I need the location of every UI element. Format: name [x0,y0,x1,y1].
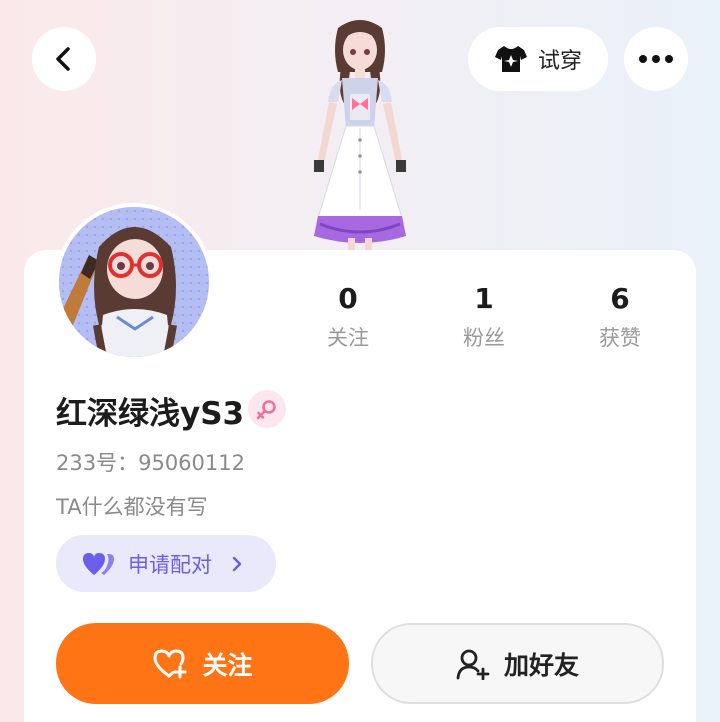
stats-row: 0 关注 1 粉丝 6 获赞 [280,282,688,352]
user-id-label: 233号： [56,451,139,475]
pair-request-label: 申请配对 [128,552,212,577]
nickname: 红深绿浅yS3 [56,396,245,432]
chevron-right-icon [232,556,242,571]
stat-following[interactable]: 0 关注 [280,282,416,352]
likes-count: 6 [610,282,630,315]
avatar-image [59,207,209,357]
more-button[interactable] [624,27,688,91]
bio-text: TA什么都没有写 [56,495,208,519]
following-count: 0 [338,282,358,315]
likes-label: 获赞 [599,326,641,350]
more-dots-icon [639,55,673,63]
fans-label: 粉丝 [463,326,505,350]
female-gender-icon [248,390,286,428]
following-label: 关注 [327,326,369,350]
add-friend-button[interactable]: 加好友 [371,623,664,704]
user-id-value: 95060112 [138,451,245,475]
try-on-button[interactable]: 试穿 [468,27,608,91]
chevron-left-icon [56,47,70,71]
user-id-line: 233号：95060112 [56,447,245,477]
character-figure [314,20,406,255]
add-friend-label: 加好友 [503,650,579,680]
back-button[interactable] [32,27,96,91]
stat-fans[interactable]: 1 粉丝 [416,282,552,352]
user-plus-icon [456,649,490,680]
double-heart-icon [83,552,114,575]
pair-request-button[interactable]: 申请配对 [56,535,276,592]
try-on-label: 试穿 [537,49,582,74]
follow-button[interactable]: 关注 [56,623,349,704]
tshirt-icon [494,46,527,72]
heart-plus-icon [153,649,187,678]
fans-count: 1 [474,282,494,315]
avatar[interactable] [55,203,213,361]
stat-likes[interactable]: 6 获赞 [552,282,688,352]
follow-label: 关注 [202,650,253,680]
